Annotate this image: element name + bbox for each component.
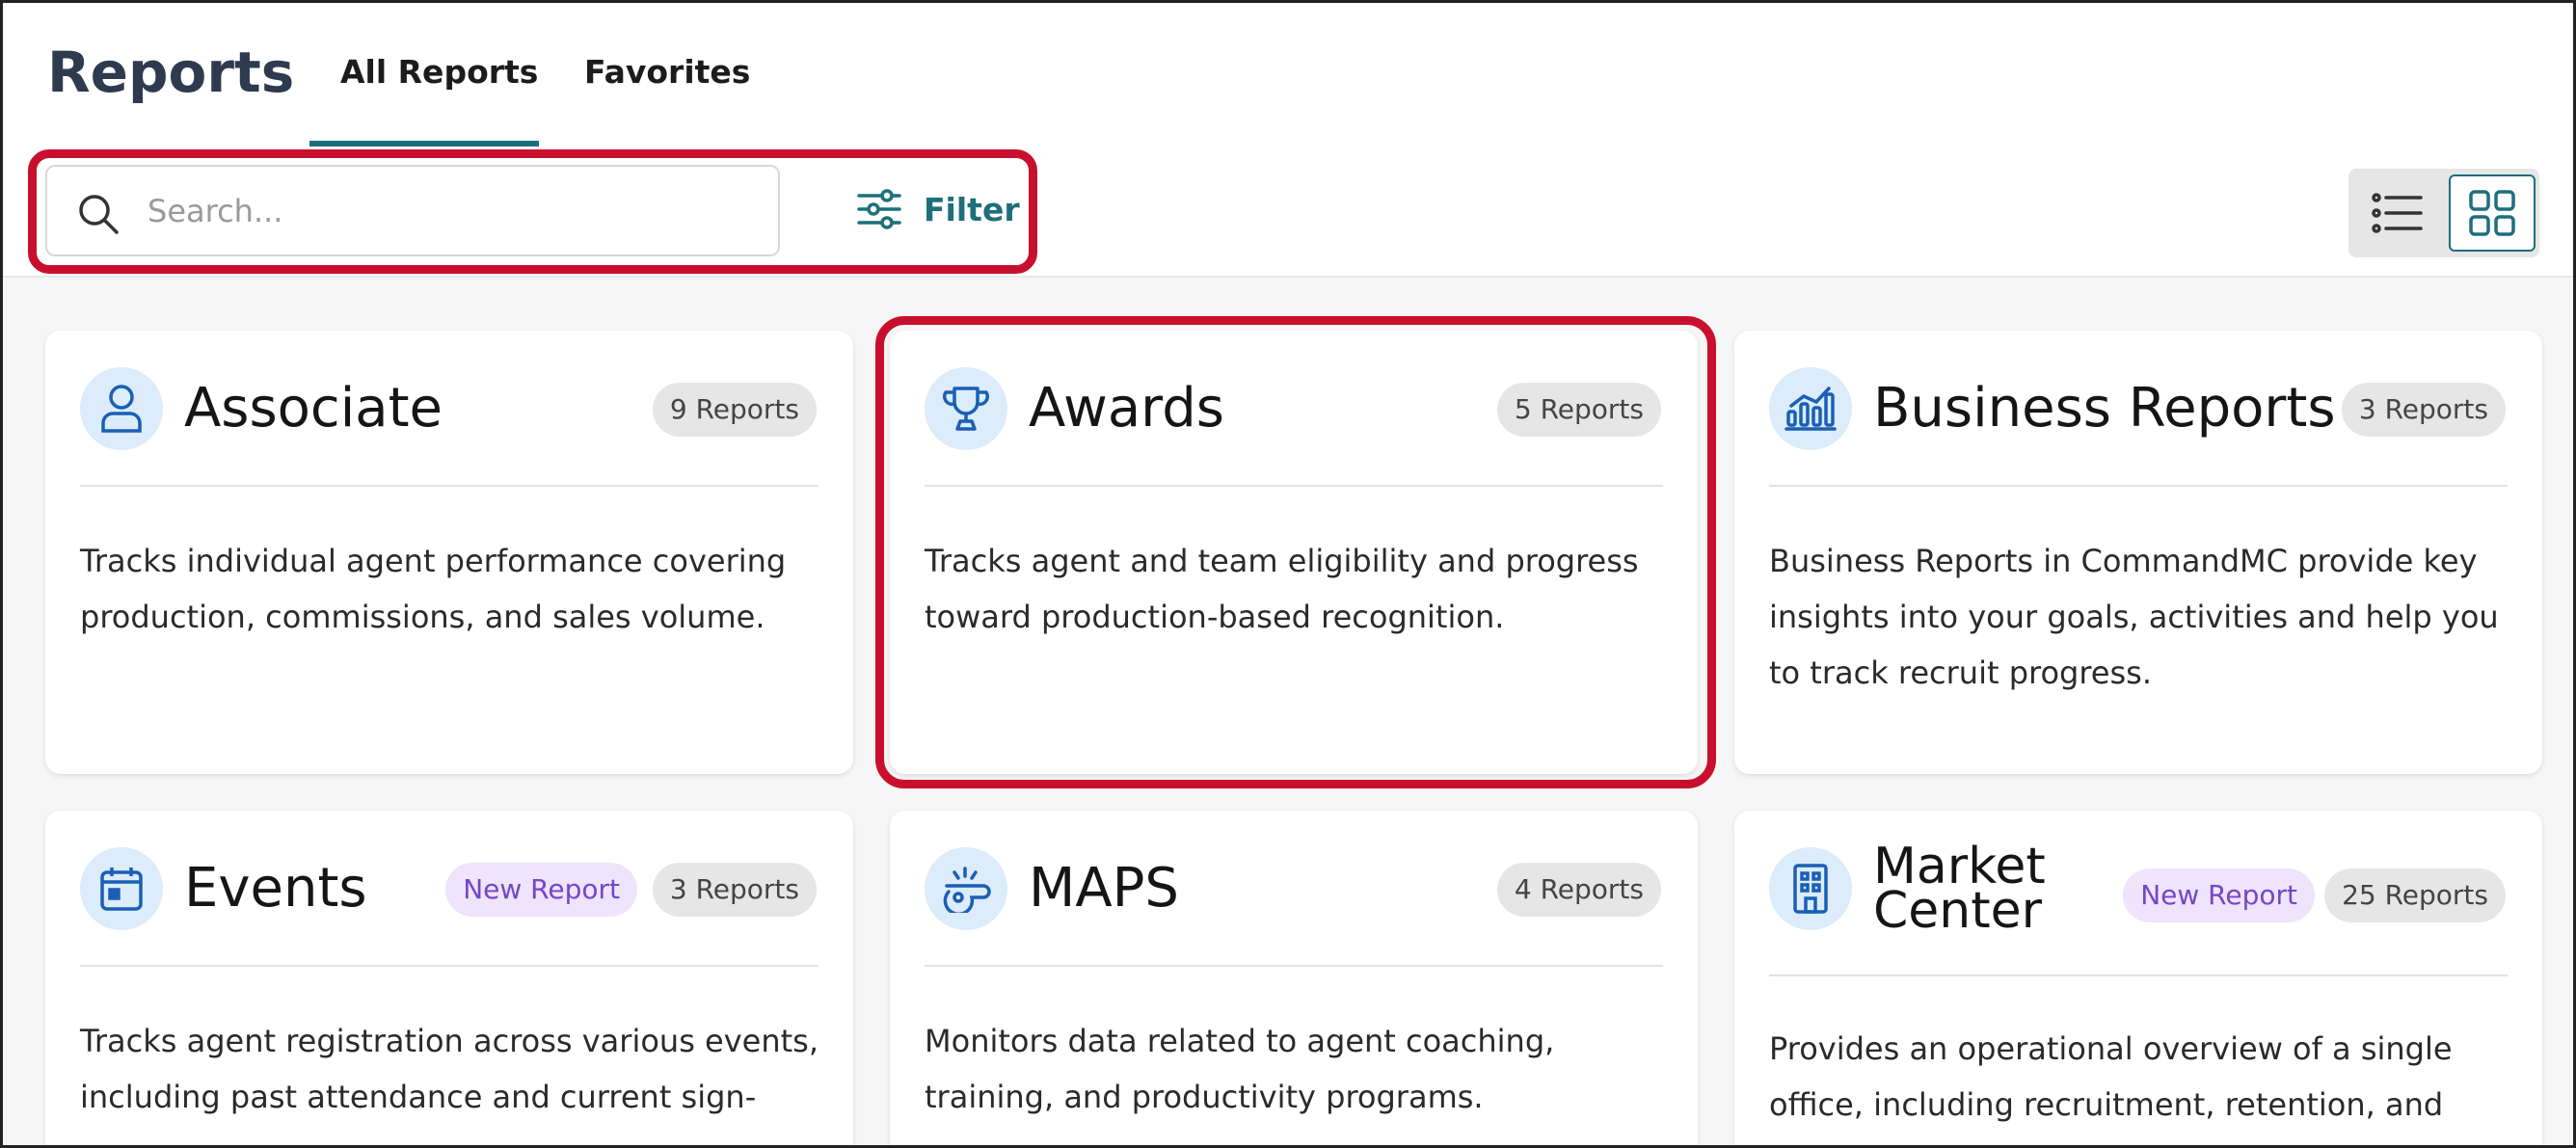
report-card-maps[interactable]: MAPS 4 Reports Monitors data related to …: [890, 811, 1698, 1145]
card-description: Tracks agent registration across various…: [80, 1023, 819, 1145]
new-report-badge: New Report: [445, 863, 637, 917]
calendar-icon: [80, 847, 163, 930]
page-title: Reports: [47, 40, 295, 105]
report-count-badge: 25 Reports: [2324, 868, 2506, 922]
card-description: Tracks individual agent performance cove…: [80, 543, 787, 635]
card-title: Associate: [184, 377, 443, 440]
card-divider: [925, 965, 1663, 967]
new-report-badge: New Report: [2123, 868, 2315, 922]
search-highlight-box: [28, 149, 1037, 274]
card-divider: [1769, 485, 2508, 487]
report-card-associate[interactable]: Associate 9 Reports Tracks individual ag…: [45, 331, 853, 774]
report-count-badge: 9 Reports: [652, 383, 817, 437]
card-divider: [80, 485, 818, 487]
list-view-button[interactable]: [2354, 174, 2441, 252]
grid-view-icon: [2469, 190, 2515, 236]
report-count-badge: 3 Reports: [2341, 383, 2506, 437]
card-description: Provides an operational overview of a si…: [1769, 1030, 2453, 1123]
report-card-events[interactable]: Events New Report 3 Reports Tracks agent…: [45, 811, 853, 1145]
card-description: Monitors data related to agent coaching,…: [925, 1023, 1555, 1115]
building-icon: [1769, 847, 1852, 930]
card-divider: [1769, 974, 2508, 976]
report-count-badge: 3 Reports: [652, 863, 817, 917]
card-description: Business Reports in CommandMC provide ke…: [1769, 543, 2499, 691]
card-title: Market Center: [1873, 838, 2046, 940]
header-bar: Reports All Reports Favorites: [3, 3, 2573, 147]
tab-favorites[interactable]: Favorites: [584, 53, 750, 91]
whistle-icon: [925, 847, 1007, 930]
list-view-icon: [2372, 193, 2423, 233]
report-count-badge: 4 Reports: [1496, 863, 1661, 917]
awards-highlight-box: [875, 316, 1716, 788]
reports-page: Reports All Reports Favorites Filter: [0, 0, 2576, 1148]
card-title: MAPS: [1029, 857, 1179, 920]
person-icon: [80, 367, 163, 450]
view-toggle: [2348, 169, 2539, 257]
card-title: Business Reports: [1873, 377, 2336, 440]
grid-view-button[interactable]: [2449, 174, 2536, 252]
report-card-business-reports[interactable]: Business Reports 3 Reports Business Repo…: [1734, 331, 2542, 774]
active-tab-indicator: [309, 141, 539, 147]
tab-all-reports[interactable]: All Reports: [340, 53, 538, 91]
bar-chart-icon: [1769, 367, 1852, 450]
card-title: Events: [184, 857, 367, 920]
card-divider: [80, 965, 818, 967]
report-card-market-center[interactable]: Market Center New Report 25 Reports Prov…: [1734, 811, 2542, 1145]
